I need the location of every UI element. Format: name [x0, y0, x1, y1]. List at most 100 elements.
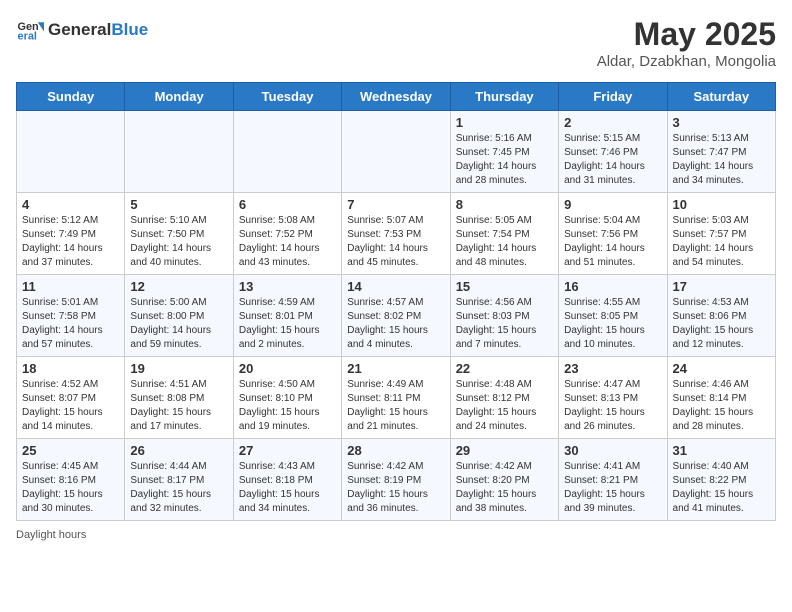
calendar-day-header: Thursday — [450, 83, 558, 111]
day-number: 30 — [564, 443, 661, 458]
calendar-cell: 5 Sunrise: 5:10 AM Sunset: 7:50 PM Daylig… — [125, 193, 233, 275]
day-number: 17 — [673, 279, 770, 294]
day-number: 19 — [130, 361, 227, 376]
day-detail: Sunrise: 5:16 AM Sunset: 7:45 PM Dayligh… — [456, 132, 553, 188]
calendar-table: SundayMondayTuesdayWednesdayThursdayFrid… — [16, 82, 776, 521]
day-number: 24 — [673, 361, 770, 376]
calendar-cell: 16 Sunrise: 4:55 AM Sunset: 8:05 PM Dayli… — [559, 275, 667, 357]
day-detail: Sunrise: 5:15 AM Sunset: 7:46 PM Dayligh… — [564, 132, 661, 188]
day-detail: Sunrise: 4:47 AM Sunset: 8:13 PM Dayligh… — [564, 378, 661, 434]
calendar-cell: 22Sunrise: 4:48 AM Sunset: 8:12 PM Dayli… — [450, 357, 558, 439]
day-number: 2 — [564, 115, 661, 130]
day-detail: Sunrise: 4:56 AM Sunset: 8:03 PM Dayligh… — [456, 296, 553, 352]
calendar-cell: 25Sunrise: 4:45 AM Sunset: 8:16 PM Dayli… — [17, 439, 125, 521]
calendar-cell: 14Sunrise: 4:57 AM Sunset: 8:02 PM Dayli… — [342, 275, 450, 357]
calendar-cell: 7 Sunrise: 5:07 AM Sunset: 7:53 PM Daylig… — [342, 193, 450, 275]
day-number: 27 — [239, 443, 336, 458]
day-detail: Sunrise: 5:10 AM Sunset: 7:50 PM Dayligh… — [130, 214, 227, 270]
day-number: 26 — [130, 443, 227, 458]
day-detail: Sunrise: 4:45 AM Sunset: 8:16 PM Dayligh… — [22, 460, 119, 516]
calendar-cell — [125, 111, 233, 193]
day-detail: Sunrise: 5:13 AM Sunset: 7:47 PM Dayligh… — [673, 132, 770, 188]
logo-general-text: General — [48, 20, 111, 39]
logo-icon: Gen eral — [16, 16, 44, 44]
day-detail: Sunrise: 4:42 AM Sunset: 8:20 PM Dayligh… — [456, 460, 553, 516]
calendar-cell: 4Sunrise: 5:12 AM Sunset: 7:49 PM Daylig… — [17, 193, 125, 275]
day-number: 31 — [673, 443, 770, 458]
calendar-cell: 20 Sunrise: 4:50 AM Sunset: 8:10 PM Dayli… — [233, 357, 341, 439]
location-title: Aldar, Dzabkhan, Mongolia — [597, 53, 776, 70]
day-number: 5 — [130, 197, 227, 212]
day-number: 16 — [564, 279, 661, 294]
title-block: May 2025 Aldar, Dzabkhan, Mongolia — [597, 16, 776, 70]
day-detail: Sunrise: 5:07 AM Sunset: 7:53 PM Dayligh… — [347, 214, 444, 270]
calendar-day-header: Tuesday — [233, 83, 341, 111]
calendar-week-row: 4Sunrise: 5:12 AM Sunset: 7:49 PM Daylig… — [17, 193, 776, 275]
calendar-cell: 26 Sunrise: 4:44 AM Sunset: 8:17 PM Dayli… — [125, 439, 233, 521]
day-number: 1 — [456, 115, 553, 130]
day-detail: Sunrise: 4:46 AM Sunset: 8:14 PM Dayligh… — [673, 378, 770, 434]
calendar-cell: 29 Sunrise: 4:42 AM Sunset: 8:20 PM Dayli… — [450, 439, 558, 521]
calendar-day-header: Friday — [559, 83, 667, 111]
day-number: 4 — [22, 197, 119, 212]
calendar-cell: 31 Sunrise: 4:40 AM Sunset: 8:22 PM Dayli… — [667, 439, 775, 521]
calendar-day-header: Wednesday — [342, 83, 450, 111]
calendar-cell: 11Sunrise: 5:01 AM Sunset: 7:58 PM Dayli… — [17, 275, 125, 357]
calendar-header-row: SundayMondayTuesdayWednesdayThursdayFrid… — [17, 83, 776, 111]
day-detail: Sunrise: 4:53 AM Sunset: 8:06 PM Dayligh… — [673, 296, 770, 352]
calendar-cell — [342, 111, 450, 193]
day-detail: Sunrise: 4:44 AM Sunset: 8:17 PM Dayligh… — [130, 460, 227, 516]
day-detail: Sunrise: 4:42 AM Sunset: 8:19 PM Dayligh… — [347, 460, 444, 516]
calendar-cell: 6Sunrise: 5:08 AM Sunset: 7:52 PM Daylig… — [233, 193, 341, 275]
calendar-cell: 18 Sunrise: 4:52 AM Sunset: 8:07 PM Dayli… — [17, 357, 125, 439]
calendar-cell: 21 Sunrise: 4:49 AM Sunset: 8:11 PM Dayli… — [342, 357, 450, 439]
day-number: 10 — [673, 197, 770, 212]
day-number: 8 — [456, 197, 553, 212]
day-number: 9 — [564, 197, 661, 212]
calendar-day-header: Monday — [125, 83, 233, 111]
day-number: 18 — [22, 361, 119, 376]
day-detail: Sunrise: 4:40 AM Sunset: 8:22 PM Dayligh… — [673, 460, 770, 516]
day-detail: Sunrise: 4:55 AM Sunset: 8:05 PM Dayligh… — [564, 296, 661, 352]
calendar-cell: 3 Sunrise: 5:13 AM Sunset: 7:47 PM Daylig… — [667, 111, 775, 193]
calendar-cell — [233, 111, 341, 193]
day-number: 7 — [347, 197, 444, 212]
calendar-cell — [17, 111, 125, 193]
calendar-day-header: Sunday — [17, 83, 125, 111]
month-title: May 2025 — [597, 16, 776, 53]
calendar-cell: 24 Sunrise: 4:46 AM Sunset: 8:14 PM Dayli… — [667, 357, 775, 439]
day-number: 15 — [456, 279, 553, 294]
day-detail: Sunrise: 4:41 AM Sunset: 8:21 PM Dayligh… — [564, 460, 661, 516]
day-detail: Sunrise: 4:50 AM Sunset: 8:10 PM Dayligh… — [239, 378, 336, 434]
day-number: 20 — [239, 361, 336, 376]
logo-blue-text: Blue — [111, 20, 148, 39]
calendar-cell: 13 Sunrise: 4:59 AM Sunset: 8:01 PM Dayli… — [233, 275, 341, 357]
day-number: 28 — [347, 443, 444, 458]
day-detail: Sunrise: 5:00 AM Sunset: 8:00 PM Dayligh… — [130, 296, 227, 352]
day-number: 23 — [564, 361, 661, 376]
day-detail: Sunrise: 5:04 AM Sunset: 7:56 PM Dayligh… — [564, 214, 661, 270]
calendar-cell: 10 Sunrise: 5:03 AM Sunset: 7:57 PM Dayli… — [667, 193, 775, 275]
calendar-cell: 1 Sunrise: 5:16 AM Sunset: 7:45 PM Daylig… — [450, 111, 558, 193]
day-number: 29 — [456, 443, 553, 458]
page-header: Gen eral GeneralBlue May 2025 Aldar, Dza… — [16, 16, 776, 70]
calendar-week-row: 1 Sunrise: 5:16 AM Sunset: 7:45 PM Daylig… — [17, 111, 776, 193]
day-number: 22 — [456, 361, 553, 376]
day-detail: Sunrise: 5:03 AM Sunset: 7:57 PM Dayligh… — [673, 214, 770, 270]
day-detail: Sunrise: 5:01 AM Sunset: 7:58 PM Dayligh… — [22, 296, 119, 352]
calendar-cell: 12Sunrise: 5:00 AM Sunset: 8:00 PM Dayli… — [125, 275, 233, 357]
day-number: 13 — [239, 279, 336, 294]
day-detail: Sunrise: 4:59 AM Sunset: 8:01 PM Dayligh… — [239, 296, 336, 352]
svg-text:eral: eral — [18, 30, 37, 42]
calendar-day-header: Saturday — [667, 83, 775, 111]
day-detail: Sunrise: 4:49 AM Sunset: 8:11 PM Dayligh… — [347, 378, 444, 434]
calendar-week-row: 11Sunrise: 5:01 AM Sunset: 7:58 PM Dayli… — [17, 275, 776, 357]
footer: Daylight hours — [16, 529, 776, 541]
calendar-week-row: 25Sunrise: 4:45 AM Sunset: 8:16 PM Dayli… — [17, 439, 776, 521]
day-detail: Sunrise: 4:52 AM Sunset: 8:07 PM Dayligh… — [22, 378, 119, 434]
day-detail: Sunrise: 4:57 AM Sunset: 8:02 PM Dayligh… — [347, 296, 444, 352]
day-number: 3 — [673, 115, 770, 130]
day-number: 21 — [347, 361, 444, 376]
daylight-hours-label: Daylight hours — [16, 529, 86, 541]
calendar-week-row: 18 Sunrise: 4:52 AM Sunset: 8:07 PM Dayli… — [17, 357, 776, 439]
